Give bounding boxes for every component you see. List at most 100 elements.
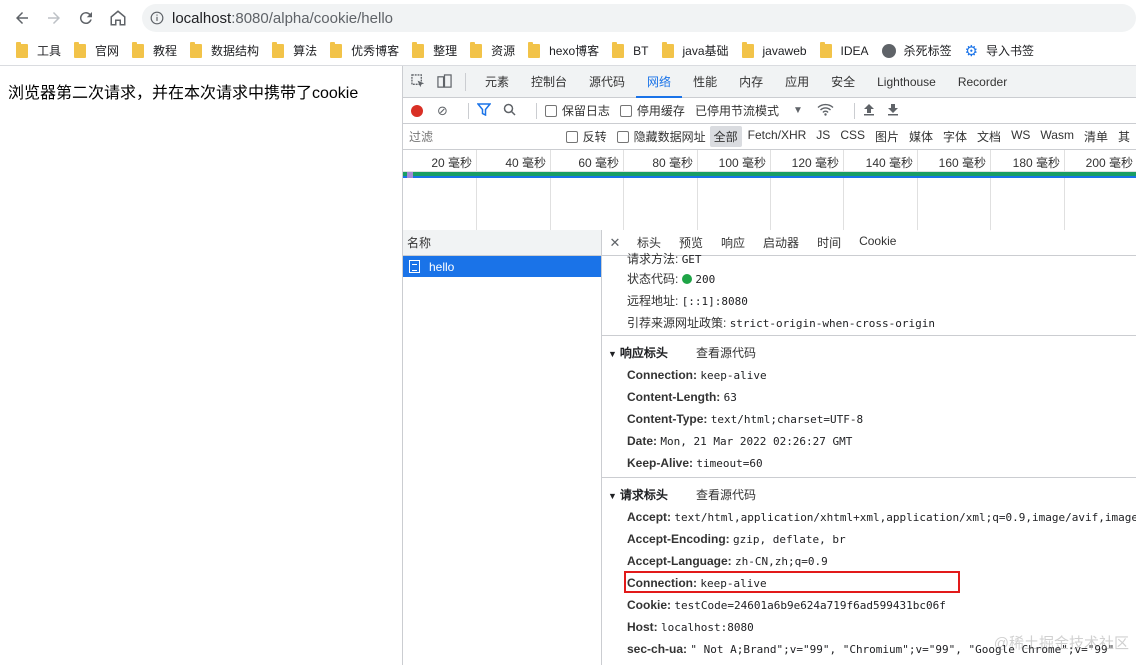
devtools-tab[interactable]: 安全 xyxy=(820,66,866,98)
toolbar-divider xyxy=(535,102,537,119)
detail-tab[interactable]: 启动器 xyxy=(754,234,808,251)
bookmark-label: javaweb xyxy=(762,43,807,58)
bookmark-item[interactable]: 杀死标签 xyxy=(876,39,958,63)
disable-cache-checkbox[interactable]: 停用缓存 xyxy=(619,102,685,119)
bookmark-item[interactable]: 官网 xyxy=(68,39,125,63)
throttling-select[interactable]: 已停用节流模式 ▼ xyxy=(695,102,803,119)
request-row[interactable]: hello xyxy=(403,256,601,277)
url-host: localhost xyxy=(172,9,232,27)
response-view-source-link[interactable]: 查看源代码 xyxy=(696,346,756,360)
download-icon[interactable] xyxy=(887,103,899,119)
request-list: 名称 hello xyxy=(403,230,602,665)
type-filter-button[interactable]: 其 xyxy=(1114,126,1134,147)
bookmark-label: java基础 xyxy=(682,44,729,58)
bookmark-item[interactable]: javaweb xyxy=(736,39,813,63)
folder-icon xyxy=(819,41,832,58)
bookmark-label: 官网 xyxy=(95,44,120,58)
devtools-tab[interactable]: 应用 xyxy=(774,66,820,98)
bookmark-item[interactable]: java基础 xyxy=(656,39,735,63)
bookmark-item[interactable]: 整理 xyxy=(406,39,463,63)
inspect-element-icon[interactable] xyxy=(405,66,431,98)
devtools-tab[interactable]: 源代码 xyxy=(578,66,636,98)
preserve-log-checkbox[interactable]: 保留日志 xyxy=(544,102,610,119)
home-button[interactable] xyxy=(102,2,134,34)
type-filter-button[interactable]: WS xyxy=(1007,126,1034,147)
header-row: Cookie: testCode=24601a6b9e624a719f6ad59… xyxy=(627,598,946,612)
clear-icon[interactable]: ⊘ xyxy=(437,103,448,119)
network-conditions-icon[interactable] xyxy=(817,103,834,119)
address-bar[interactable]: localhost:8080/alpha/cookie/hello xyxy=(142,4,1136,32)
bookmark-item[interactable]: 资源 xyxy=(464,39,521,63)
watermark: @稀土掘金技术社区 xyxy=(993,635,1129,652)
forward-button[interactable] xyxy=(38,2,70,34)
type-filter-button[interactable]: 文档 xyxy=(973,126,1005,147)
bookmark-item[interactable]: 工具 xyxy=(10,39,67,63)
invert-checkbox[interactable]: 反转 xyxy=(565,128,607,145)
chevron-down-icon: ▼ xyxy=(792,105,803,116)
type-filter-button[interactable]: 全部 xyxy=(709,126,742,147)
type-filter-button[interactable]: 字体 xyxy=(939,126,971,147)
back-button[interactable] xyxy=(6,2,38,34)
site-info-icon[interactable] xyxy=(142,11,172,25)
devtools-tab[interactable]: 网络 xyxy=(636,66,683,98)
reload-button[interactable] xyxy=(70,2,102,34)
arrow-left-icon xyxy=(16,12,28,24)
request-headers-toggle[interactable]: ▼ 请求标头 查看源代码 xyxy=(608,486,756,503)
name-column-header[interactable]: 名称 xyxy=(403,230,601,256)
type-filter-button[interactable]: Fetch/XHR xyxy=(744,126,811,147)
hide-data-urls-checkbox[interactable]: 隐藏数据网址 xyxy=(616,128,706,145)
folder-icon xyxy=(330,41,343,58)
device-toolbar-icon[interactable] xyxy=(431,66,457,98)
devtools-tab-list: 元素 控制台 源代码 网络 性能 内存 应用 安全 Lighthouse Recorder xyxy=(474,66,1018,98)
timeline-tick-label: 120 毫秒 xyxy=(791,156,839,170)
header-key: Host: xyxy=(627,620,658,634)
disable-cache-label: 停用缓存 xyxy=(636,104,685,118)
request-view-source-link[interactable]: 查看源代码 xyxy=(696,488,756,502)
type-filter-button[interactable]: CSS xyxy=(836,126,869,147)
search-icon[interactable] xyxy=(503,103,516,119)
bookmark-item[interactable]: 教程 xyxy=(126,39,183,63)
bookmark-item[interactable]: hexo博客 xyxy=(522,39,605,63)
status-code-row: 状态代码: 200 xyxy=(627,270,715,287)
network-overview: 20 毫秒 40 毫秒 60 毫秒 80 毫秒 100 毫秒 120 毫秒 140 毫秒 16… xyxy=(403,150,1136,232)
bookmark-label: 导入书签 xyxy=(986,44,1035,58)
type-filter-button[interactable]: 图片 xyxy=(871,126,903,147)
toolbar-divider xyxy=(467,102,469,119)
type-filter-button[interactable]: Wasm xyxy=(1036,126,1078,147)
url-path: :8080/alpha/cookie/hello xyxy=(231,9,393,27)
status-code-key: 状态代码: xyxy=(627,272,679,286)
close-icon[interactable]: ✕ xyxy=(602,235,628,251)
bookmark-item[interactable]: BT xyxy=(606,39,654,63)
type-filter-button[interactable]: JS xyxy=(812,126,834,147)
upload-icon[interactable] xyxy=(863,103,875,119)
detail-tab[interactable]: 标头 xyxy=(628,234,670,251)
bookmark-item[interactable]: ⚙ 导入书签 xyxy=(959,39,1040,63)
devtools-tab[interactable]: 内存 xyxy=(728,66,774,98)
bookmark-item[interactable]: IDEA xyxy=(814,39,875,63)
devtools-tab[interactable]: Recorder xyxy=(947,66,1018,98)
devtools-tab[interactable]: 控制台 xyxy=(520,66,578,98)
hide-data-urls-label: 隐藏数据网址 xyxy=(633,130,706,144)
detail-tab[interactable]: 响应 xyxy=(712,234,754,251)
type-filter-button[interactable]: 媒体 xyxy=(905,126,937,147)
devtools-tab[interactable]: Lighthouse xyxy=(866,66,947,98)
throttling-label: 已停用节流模式 xyxy=(694,104,779,118)
devtools-tab[interactable]: 元素 xyxy=(474,66,520,98)
type-filter-button[interactable]: 清单 xyxy=(1080,126,1112,147)
header-row: Accept-Encoding: gzip, deflate, br xyxy=(627,532,846,546)
request-name: hello xyxy=(429,259,455,274)
bookmark-item[interactable]: 算法 xyxy=(266,39,323,63)
bookmark-item[interactable]: 数据结构 xyxy=(184,39,265,63)
filter-icon[interactable] xyxy=(476,102,492,119)
tabbar-divider xyxy=(465,72,466,91)
header-row: Host: localhost:8080 xyxy=(627,620,754,634)
response-headers-toggle[interactable]: ▼ 响应标头 查看源代码 xyxy=(608,344,756,361)
request-method-row: 请求方法: GET xyxy=(627,250,702,267)
detail-tab[interactable]: Cookie xyxy=(850,234,905,251)
detail-tab[interactable]: 预览 xyxy=(670,234,712,251)
detail-tab[interactable]: 时间 xyxy=(808,234,850,251)
devtools-tab[interactable]: 性能 xyxy=(682,66,728,98)
record-button[interactable] xyxy=(411,104,423,117)
filter-input[interactable] xyxy=(405,125,566,148)
bookmark-item[interactable]: 优秀博客 xyxy=(324,39,405,63)
